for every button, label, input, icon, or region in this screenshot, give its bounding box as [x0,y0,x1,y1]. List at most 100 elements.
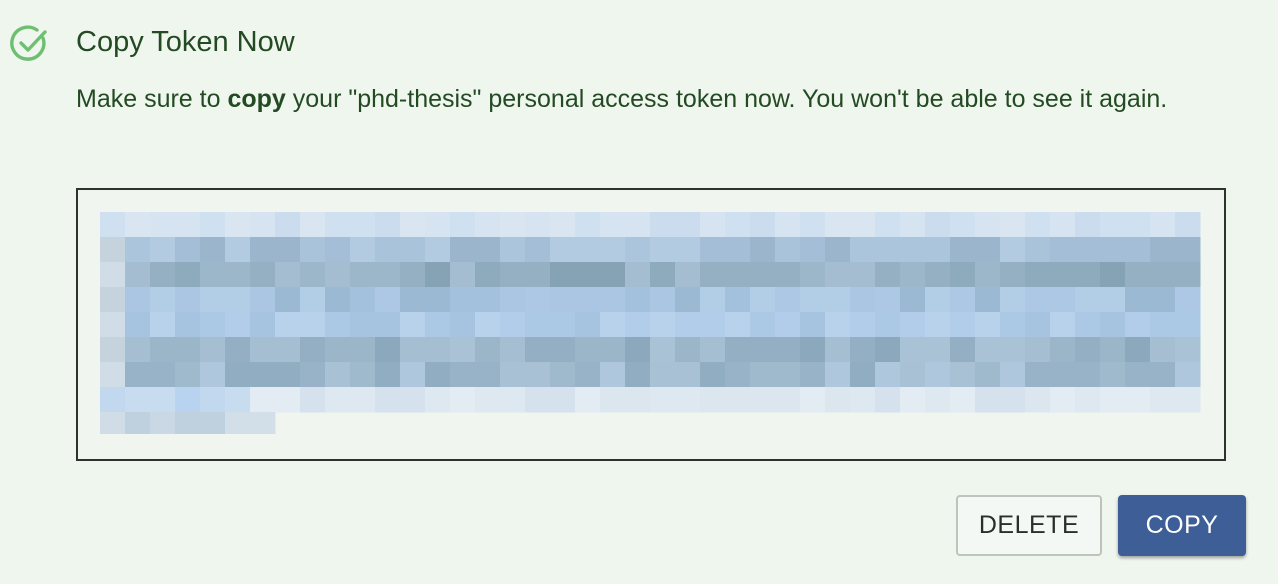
token-pixel [325,212,351,238]
token-pixel [525,287,551,313]
token-pixel [725,337,751,363]
token-pixel [750,262,776,288]
token-pixel [900,212,926,238]
token-pixel [750,387,776,413]
token-pixel [850,237,876,263]
token-pixel [750,362,776,388]
token-pixel [1150,212,1176,238]
token-pixel [600,262,626,288]
delete-button[interactable]: DELETE [956,495,1102,556]
token-pixel [525,387,551,413]
token-pixel [425,262,451,288]
token-pixel [1075,387,1101,413]
token-pixel [100,212,126,238]
token-pixel [325,262,351,288]
token-pixel [675,362,701,388]
token-pixel [300,312,326,338]
token-pixel [1175,387,1201,413]
token-pixel [950,262,976,288]
token-pixel [550,312,576,338]
token-pixel [1100,262,1126,288]
token-pixel [250,412,276,434]
token-pixel [475,237,501,263]
token-pixel [850,262,876,288]
token-pixel [1100,212,1126,238]
token-pixel [1150,387,1176,413]
token-pixel [875,287,901,313]
token-pixel [975,312,1001,338]
token-pixel [175,412,201,434]
token-pixel [1050,362,1076,388]
token-pixel [400,387,426,413]
token-pixel [800,212,826,238]
token-pixel [1175,212,1201,238]
token-pixel [125,262,151,288]
token-pixel [250,337,276,363]
token-pixel [475,212,501,238]
token-pixel [1025,262,1051,288]
token-pixel [1100,237,1126,263]
token-pixel [225,212,251,238]
token-pixel [1175,337,1201,363]
message-text-end: your "phd-thesis" personal access token … [285,85,1168,113]
token-pixel [225,312,251,338]
token-pixel [350,312,376,338]
token-pixel [1150,287,1176,313]
token-pixel [375,387,401,413]
token-pixel [850,387,876,413]
token-pixel [475,362,501,388]
token-pixel [1125,312,1151,338]
token-pixel [125,412,151,434]
token-pixel [200,237,226,263]
token-pixel [100,337,126,363]
token-pixel [725,287,751,313]
token-pixel [100,362,126,388]
token-pixel [1075,312,1101,338]
token-pixel [300,237,326,263]
copy-button[interactable]: COPY [1118,495,1246,556]
token-pixel [225,337,251,363]
token-pixel [375,287,401,313]
token-pixel [950,387,976,413]
token-pixel [1000,387,1026,413]
token-pixel [275,262,301,288]
token-pixel [175,262,201,288]
token-pixel [525,237,551,263]
token-pixel [250,387,276,413]
token-pixel [1125,262,1151,288]
token-pixel [1050,387,1076,413]
token-pixel [550,262,576,288]
token-pixel [1075,262,1101,288]
token-field[interactable] [76,188,1226,461]
token-pixel [1175,312,1201,338]
token-pixel [125,212,151,238]
token-pixel [1050,262,1076,288]
token-pixel [225,287,251,313]
token-pixel [175,387,201,413]
token-pixel [325,312,351,338]
token-pixel [825,312,851,338]
token-pixel [1100,312,1126,338]
token-pixel [775,212,801,238]
token-pixel [125,337,151,363]
token-pixel [700,337,726,363]
token-pixel [675,312,701,338]
token-pixel [875,362,901,388]
token-pixel [250,362,276,388]
token-pixel [1050,237,1076,263]
token-pixel [300,262,326,288]
token-pixel [425,237,451,263]
token-pixel [825,287,851,313]
token-pixel [425,212,451,238]
token-pixel [1150,237,1176,263]
token-pixel [200,337,226,363]
token-pixel [950,337,976,363]
token-pixel [100,412,126,434]
token-pixel [625,312,651,338]
token-pixel [300,287,326,313]
token-pixel [775,312,801,338]
token-pixel [850,337,876,363]
token-pixel [950,212,976,238]
token-pixel [150,387,176,413]
token-pixel [275,362,301,388]
